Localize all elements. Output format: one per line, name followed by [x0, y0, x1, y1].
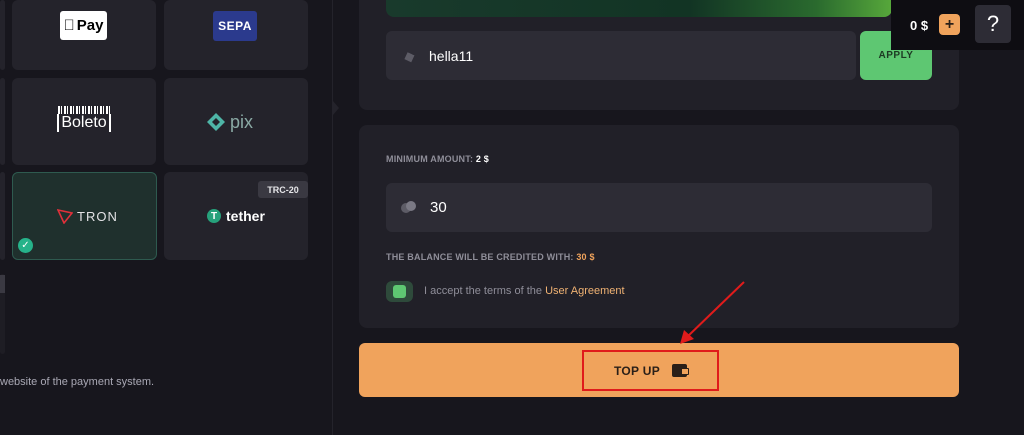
minimum-amount-value: 2 $: [475, 154, 489, 164]
tron-icon: [57, 208, 73, 224]
add-funds-button[interactable]: +: [939, 14, 960, 35]
amount-input[interactable]: 30: [386, 183, 932, 232]
annotation-arrow: [680, 281, 745, 344]
boleto-logo: Boleto: [55, 106, 113, 136]
agreement-checkbox[interactable]: [386, 281, 413, 302]
balance-display: 0 $: [910, 18, 929, 33]
coins-icon: [401, 200, 416, 215]
pix-icon: [207, 113, 225, 131]
promo-banner: [386, 0, 892, 17]
checkbox-knob: [393, 285, 406, 298]
pix-logo: pix: [206, 110, 253, 134]
barcode-icon: [58, 106, 110, 114]
tether-logo: Ttether: [207, 206, 265, 226]
chevron-right-icon: [333, 101, 339, 115]
redirect-note: website of the payment system.: [0, 376, 155, 388]
promo-code-field[interactable]: ◆ hella11: [386, 31, 856, 80]
agreement-text: I accept the terms of the User Agreement: [424, 285, 625, 297]
wallet-icon: [672, 364, 690, 377]
top-up-label: TOP UP: [613, 363, 661, 378]
partial-tab: [0, 275, 5, 293]
help-button[interactable]: ?: [975, 5, 1011, 43]
credited-value: 30 $: [576, 252, 595, 262]
ticket-icon: ◆: [401, 45, 417, 65]
applepay-logo: Pay: [60, 11, 107, 40]
selected-check-icon: ✓: [18, 238, 33, 253]
payment-tile-partial-left[interactable]: [0, 78, 5, 165]
network-badge: TRC-20: [258, 181, 308, 198]
minimum-amount-label: MINIMUM AMOUNT: 2 $: [386, 154, 489, 164]
promo-code-value[interactable]: hella11: [429, 48, 473, 64]
payment-tile-partial-left[interactable]: [0, 172, 5, 260]
column-divider: [332, 0, 333, 435]
credited-label: THE BALANCE WILL BE CREDITED WITH: 30 $: [386, 252, 595, 262]
sepa-logo: SEPA: [213, 11, 257, 41]
payment-tile-partial-left[interactable]: [0, 0, 5, 70]
apple-icon: : [64, 17, 75, 34]
user-agreement-link[interactable]: User Agreement: [545, 285, 624, 297]
tether-icon: T: [207, 209, 221, 223]
amount-value[interactable]: 30: [430, 199, 447, 216]
top-up-highlight[interactable]: TOP UP: [582, 350, 719, 391]
tron-logo: TRON: [57, 206, 118, 226]
